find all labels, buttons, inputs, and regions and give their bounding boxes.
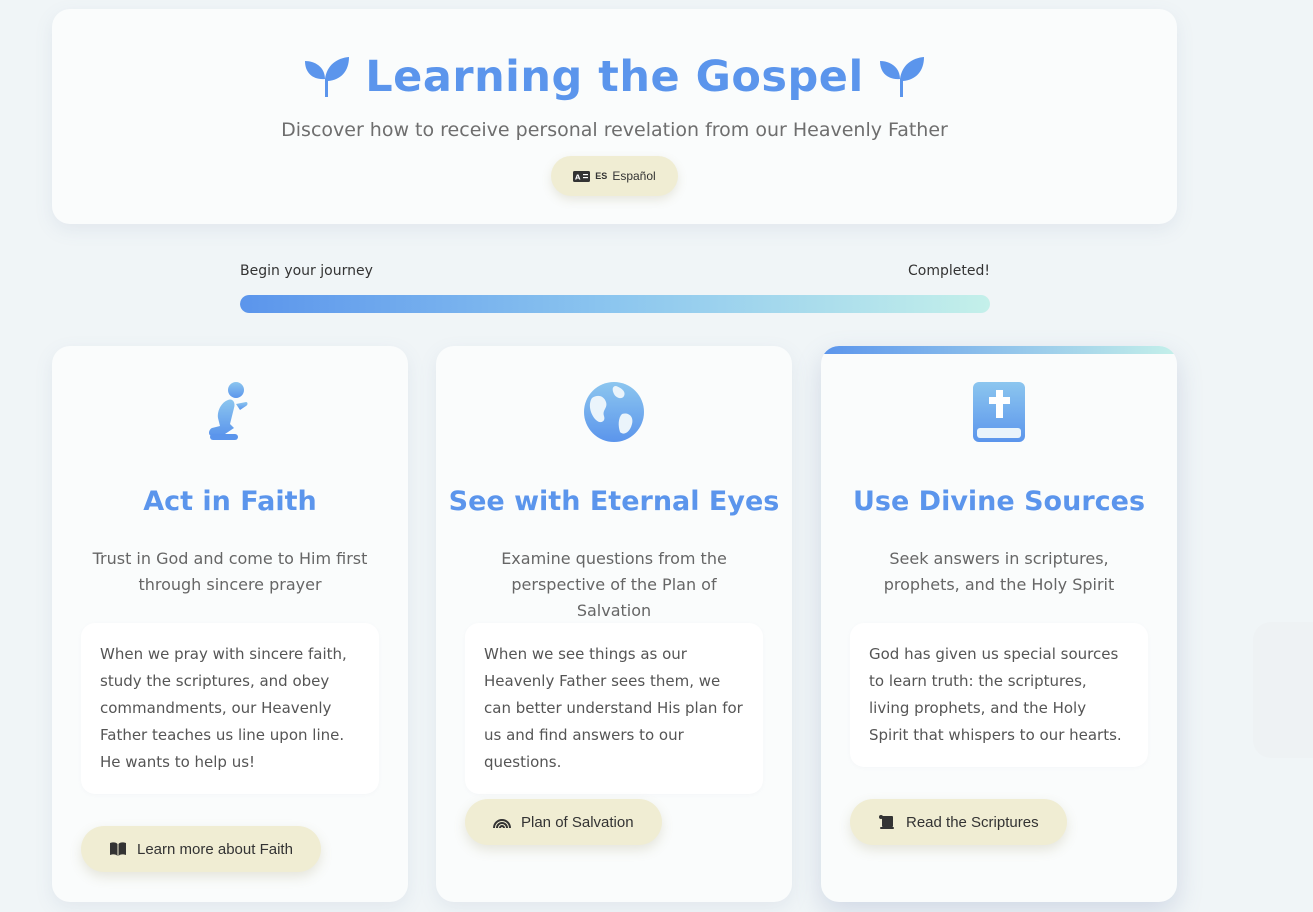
card-title: See with Eternal Eyes [448,486,780,517]
svg-text:A: A [575,173,581,181]
card-active-indicator [821,346,1177,354]
card-detail-text: When we pray with sincere faith, study t… [81,623,379,794]
button-label: Plan of Salvation [521,813,634,831]
bible-icon [973,382,1025,442]
praying-person-icon [209,382,248,440]
scroll-icon [879,815,894,829]
card-see-with-eternal-eyes[interactable]: See with Eternal Eyes Examine questions … [436,346,792,902]
title-row: Learning the Gospel [52,47,1177,107]
rainbow-icon [493,819,511,829]
card-description: Trust in God and come to Him first throu… [92,549,368,594]
card-description: Examine questions from the perspective o… [501,549,727,620]
plan-of-salvation-button[interactable]: Plan of Salvation [465,799,662,845]
card-use-divine-sources[interactable]: Use Divine Sources Seek answers in scrip… [821,346,1177,902]
offscreen-card-edge [1253,622,1313,758]
read-scriptures-button[interactable]: Read the Scriptures [850,799,1067,845]
progress-bar [240,295,990,313]
card-title: Act in Faith [143,486,317,517]
language-label: Español [612,169,656,183]
progress-fill [240,295,990,313]
language-toggle-button[interactable]: A ES Español [551,156,678,196]
page-subtitle: Discover how to receive personal revelat… [281,119,948,141]
seedling-icon [305,57,350,97]
learn-more-faith-button[interactable]: Learn more about Faith [81,826,321,872]
button-label: Learn more about Faith [137,840,293,858]
globe-icon [584,382,644,442]
book-open-icon [110,842,126,856]
page-title: Learning the Gospel [365,52,864,102]
progress-end-label: Completed! [908,263,990,279]
language-code: ES [595,171,608,181]
card-detail-text: God has given us special sources to lear… [850,623,1148,767]
card-description: Seek answers in scriptures, prophets, an… [883,549,1115,594]
card-act-in-faith[interactable]: Act in Faith Trust in God and come to Hi… [52,346,408,902]
button-label: Read the Scriptures [906,813,1039,831]
card-title: Use Divine Sources [852,486,1146,517]
seedling-icon [879,57,924,97]
language-icon: A [573,170,591,182]
progress-start-label: Begin your journey [240,263,373,279]
card-detail-text: When we see things as our Heavenly Fathe… [465,623,763,794]
